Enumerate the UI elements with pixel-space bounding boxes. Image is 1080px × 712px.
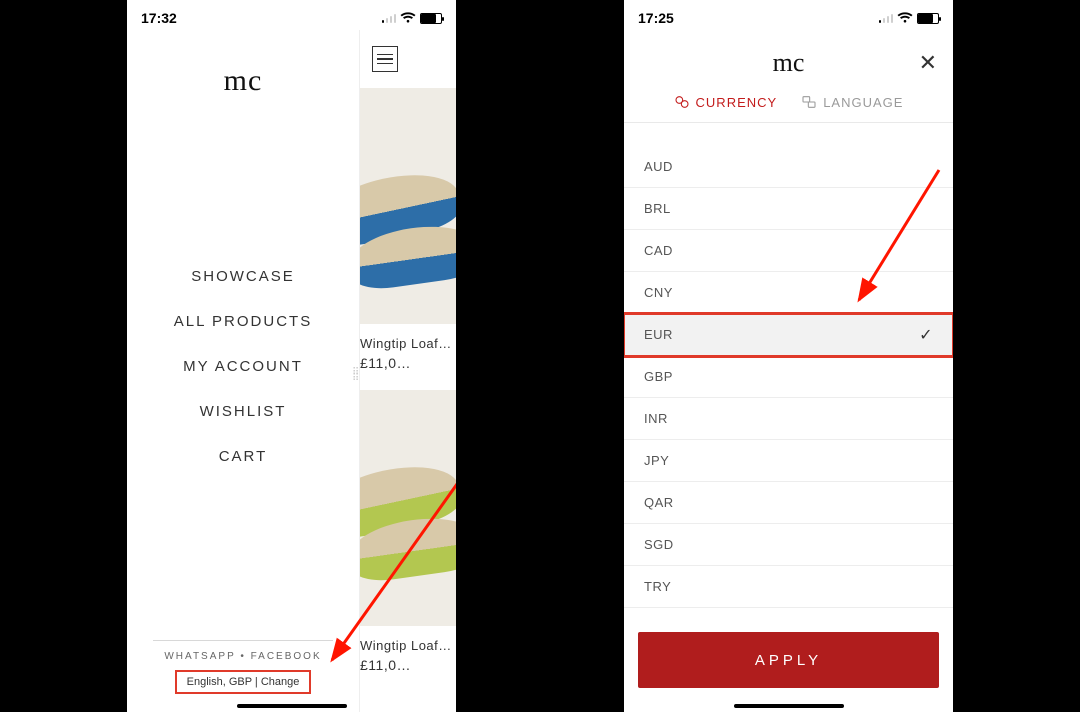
tab-language-label: LANGUAGE: [823, 95, 903, 110]
language-icon: [801, 94, 817, 110]
home-indicator[interactable]: [237, 704, 347, 708]
locale-change-link[interactable]: English, GBP | Change: [175, 670, 312, 694]
phone-left: 17:32 mc SHOWCASE ALL PRODUCTS MY ACCOUN…: [127, 0, 456, 712]
currency-row-inr[interactable]: INR: [624, 398, 953, 440]
divider: [624, 122, 953, 123]
currency-code: CNY: [644, 285, 673, 300]
product-price: £11,0…: [360, 657, 456, 673]
currency-list[interactable]: AUD BRL CAD CNY EUR ✓ GBP INR JPY QAR SGD…: [624, 146, 953, 608]
apply-button[interactable]: APPLY: [638, 632, 939, 688]
battery-icon: [917, 13, 939, 24]
currency-code: JPY: [644, 453, 669, 468]
drawer-footer: WHATSAPP • FACEBOOK English, GBP | Chang…: [127, 640, 359, 694]
battery-icon: [420, 13, 442, 24]
wifi-icon: [400, 12, 416, 24]
side-drawer: mc SHOWCASE ALL PRODUCTS MY ACCOUNT WISH…: [127, 30, 359, 712]
tab-language[interactable]: LANGUAGE: [801, 94, 903, 110]
tabs: CURRENCY LANGUAGE: [624, 94, 953, 110]
status-time: 17:32: [141, 10, 177, 26]
wifi-icon: [897, 12, 913, 24]
currency-icon: [674, 94, 690, 110]
currency-row-sgd[interactable]: SGD: [624, 524, 953, 566]
product-title: Wingtip Loaf…: [360, 638, 456, 653]
product-title: Wingtip Loaf…: [360, 336, 456, 351]
status-indicators: [382, 12, 443, 24]
menu-my-account[interactable]: MY ACCOUNT: [183, 358, 303, 375]
currency-code: CAD: [644, 243, 673, 258]
tab-currency-label: CURRENCY: [696, 95, 778, 110]
product-card[interactable]: Wingtip Loaf… £11,0…: [360, 88, 456, 371]
currency-code: EUR: [644, 327, 673, 342]
currency-code: BRL: [644, 201, 671, 216]
menu-showcase[interactable]: SHOWCASE: [191, 268, 295, 285]
divider: [153, 640, 333, 641]
currency-row-qar[interactable]: QAR: [624, 482, 953, 524]
currency-row-cny[interactable]: CNY: [624, 272, 953, 314]
currency-row-brl[interactable]: BRL: [624, 188, 953, 230]
currency-code: GBP: [644, 369, 673, 384]
status-time: 17:25: [638, 10, 674, 26]
currency-row-gbp[interactable]: GBP: [624, 356, 953, 398]
menu-cart[interactable]: CART: [219, 448, 268, 465]
currency-code: QAR: [644, 495, 674, 510]
content-peek[interactable]: ⠿⠿ Wingtip Loaf… £11,0… Wingtip Loaf… £1…: [359, 30, 456, 712]
status-indicators: [879, 12, 940, 24]
currency-row-try[interactable]: TRY: [624, 566, 953, 608]
status-bar: 17:32: [127, 0, 456, 30]
currency-code: AUD: [644, 159, 673, 174]
menu-wishlist[interactable]: WISHLIST: [200, 403, 287, 420]
apply-label: APPLY: [755, 652, 822, 669]
currency-sheet: mc ✕ CURRENCY LANGUAGE AUD BRL CAD CNY E…: [624, 30, 953, 712]
product-image: [360, 88, 456, 324]
product-card[interactable]: Wingtip Loaf… £11,0…: [360, 390, 456, 673]
product-image: [360, 390, 456, 626]
brand-logo[interactable]: mc: [224, 64, 263, 98]
phone-right: 17:25 mc ✕ CURRENCY LANGUAGE: [624, 0, 953, 712]
currency-code: TRY: [644, 579, 671, 594]
status-bar: 17:25: [624, 0, 953, 30]
social-links[interactable]: WHATSAPP • FACEBOOK: [127, 651, 359, 662]
drawer-menu: SHOWCASE ALL PRODUCTS MY ACCOUNT WISHLIS…: [174, 268, 312, 465]
currency-row-aud[interactable]: AUD: [624, 146, 953, 188]
cellular-icon: [879, 13, 894, 23]
home-indicator[interactable]: [734, 704, 844, 708]
currency-row-jpy[interactable]: JPY: [624, 440, 953, 482]
close-icon[interactable]: ✕: [919, 52, 937, 74]
currency-code: INR: [644, 411, 668, 426]
cellular-icon: [382, 13, 397, 23]
hamburger-icon[interactable]: [372, 46, 398, 72]
tab-currency[interactable]: CURRENCY: [674, 94, 778, 110]
brand-logo[interactable]: mc: [624, 48, 953, 78]
menu-all-products[interactable]: ALL PRODUCTS: [174, 313, 312, 330]
product-price: £11,0…: [360, 355, 456, 371]
checkmark-icon: ✓: [919, 325, 933, 345]
currency-row-eur[interactable]: EUR ✓: [624, 314, 953, 356]
currency-code: SGD: [644, 537, 674, 552]
drag-handle-icon[interactable]: ⠿⠿: [352, 370, 359, 382]
currency-row-cad[interactable]: CAD: [624, 230, 953, 272]
